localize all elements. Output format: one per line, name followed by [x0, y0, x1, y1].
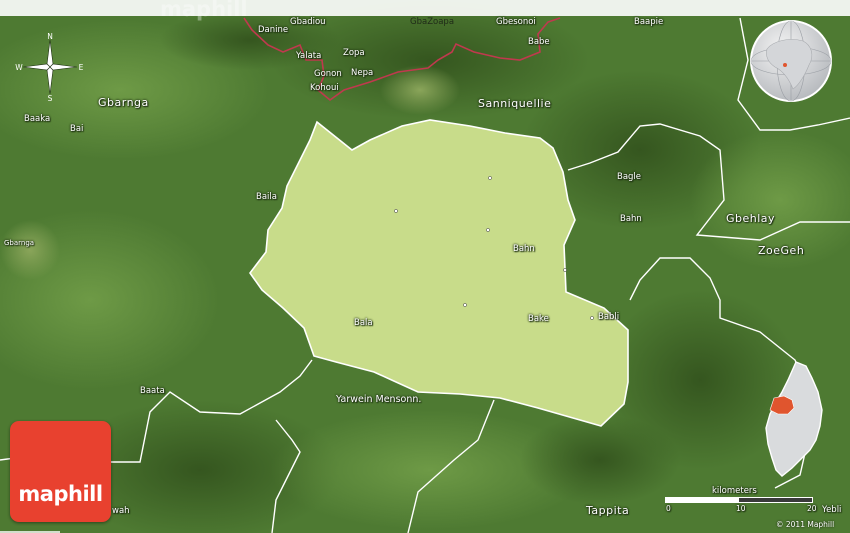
scale-tick-1: 10 — [736, 504, 746, 513]
town-label-yalata: Yalata — [296, 51, 322, 61]
compass-s: S — [48, 94, 53, 102]
country-inset-map — [765, 361, 823, 477]
town-label-yebli: Yebli — [822, 505, 842, 515]
region-label-yarwein: Yarwein Mensonn. — [336, 394, 422, 405]
town-label-gbadiou: Gbadiou — [290, 17, 326, 27]
region-label-tappita: Tappita — [586, 504, 630, 517]
town-label-gbesonoi: Gbesonoi — [496, 17, 536, 27]
town-label-gbarnga: Gbarnga — [4, 239, 35, 247]
town-label-baila: Baila — [256, 192, 277, 202]
compass-needle-south-icon — [46, 66, 54, 95]
compass-needle-north-icon — [46, 39, 54, 68]
globe-locator-icon — [750, 20, 832, 102]
town-label-bagle: Bagle — [617, 172, 642, 182]
town-label-wah: wah — [112, 506, 130, 516]
town-label-bahn-east: Bahn — [620, 214, 642, 224]
region-label-zoegeh: ZoeGeh — [758, 244, 805, 257]
compass-n: N — [47, 32, 53, 41]
town-label-gbazoapa: GbaZoapa — [410, 17, 455, 27]
satellite-map — [0, 0, 850, 533]
town-label-kohoui: Kohoui — [310, 83, 339, 93]
town-label-danine: Danine — [258, 25, 289, 35]
town-label-baaka: Baaka — [24, 114, 51, 124]
town-label-bala: Bala — [354, 318, 373, 328]
scale-bar-graphic — [665, 497, 813, 503]
copyright: © 2011 Maphill — [776, 520, 835, 529]
compass-needle-east-icon — [49, 63, 78, 71]
maphill-logo-text: maphill — [18, 482, 103, 506]
region-label-gbehlay: Gbehlay — [726, 212, 776, 225]
town-label-gonon: Gonon — [314, 69, 342, 79]
town-label-baapie: Baapie — [634, 17, 664, 27]
compass-e: E — [79, 63, 84, 72]
town-label-babli: Babli — [598, 312, 620, 322]
scale-tick-2: 20 — [807, 504, 817, 513]
town-label-baata: Baata — [140, 386, 165, 396]
compass-needle-west-icon — [22, 63, 51, 71]
town-label-zopa: Zopa — [343, 48, 365, 58]
town-label-bake: Bake — [528, 314, 549, 324]
globe-location-marker — [783, 63, 787, 67]
scale-title: kilometers — [712, 486, 757, 496]
watermark: maphill — [160, 0, 248, 21]
region-label-gbarnga: Gbarnga — [98, 96, 149, 109]
compass-rose: N S E W — [15, 32, 84, 102]
town-label-nepa: Nepa — [351, 68, 374, 78]
inset-country-outline — [765, 361, 823, 477]
top-edge — [0, 0, 850, 16]
region-label-sanniquellie: Sanniquellie — [478, 97, 552, 110]
town-label-bai: Bai — [70, 124, 84, 134]
town-label-bahn: Bahn — [513, 244, 535, 254]
town-label-babe: Babe — [528, 37, 550, 47]
scale-tick-0: 0 — [666, 504, 671, 513]
maphill-logo[interactable]: maphill — [10, 421, 111, 522]
compass-w: W — [15, 63, 23, 72]
